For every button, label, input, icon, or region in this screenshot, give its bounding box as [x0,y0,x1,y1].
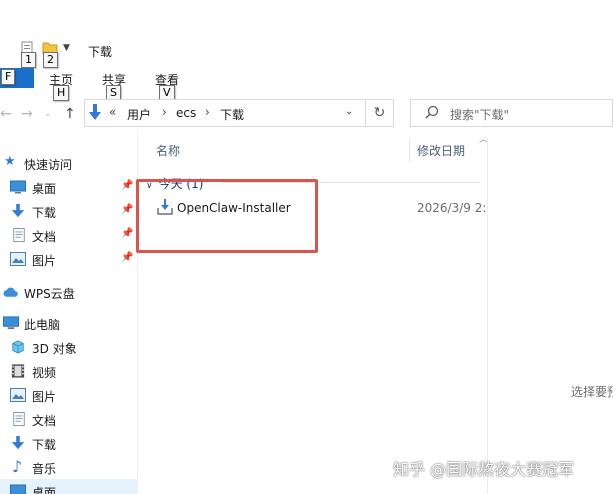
search-placeholder: 搜索"下载" [450,108,510,122]
cloud-icon [3,287,18,297]
sidebar-item-label: 图片 [32,390,57,404]
breadcrumb-users[interactable]: 用户 [127,106,151,123]
sidebar-item-label: 文档 [32,414,57,428]
search-icon [425,105,439,119]
document-icon [13,228,25,242]
sidebar-item-label: 下载 [32,438,57,452]
music-note-icon: ♪ [12,457,23,476]
sidebar-item-label: 此电脑 [24,318,61,332]
sidebar-item-downloads[interactable]: 下载 📌 [0,199,138,223]
download-location-icon [89,104,101,120]
preview-pane-hint: 选择要预 [571,385,613,399]
breadcrumb-separator[interactable]: › [162,105,167,119]
sidebar-item-this-pc[interactable]: 此电脑 [0,311,138,335]
search-box[interactable] [410,99,613,127]
navigation-pane: ★ 快速访问 桌面 📌 下载 📌 文档 📌 图片 📌 WPS云盘 此电脑 3D … [0,136,138,494]
sidebar-item-label: 视频 [32,366,57,380]
customize-quick-access-chevron-icon[interactable]: ▼ [63,43,70,53]
download-arrow-icon [11,204,25,218]
sidebar-item-wps-cloud[interactable]: WPS云盘 [0,280,138,304]
3d-objects-icon [12,340,24,354]
breadcrumb-separator[interactable]: › [205,105,210,119]
sidebar-item-pictures[interactable]: 图片 📌 [0,247,138,271]
desktop-icon [10,484,26,494]
sidebar-item-videos[interactable]: 视频 [0,359,138,383]
sidebar-item-label: 桌面 [32,486,57,494]
sidebar-item-label: 快速访问 [24,158,73,172]
refresh-icon: ↻ [373,105,386,121]
computer-icon [3,316,19,330]
document-icon [13,412,25,426]
pin-icon[interactable]: 📌 [121,228,133,239]
recent-locations-chevron-icon[interactable]: ⌄ [44,109,52,119]
up-arrow-icon[interactable]: ↑ [64,106,76,122]
address-history-chevron-icon[interactable]: ⌄ [345,106,353,117]
pictures-icon [10,252,26,266]
pin-icon[interactable]: 📌 [121,204,133,215]
forward-arrow-icon[interactable]: → [21,106,33,122]
sidebar-item-pictures-pc[interactable]: 图片 [0,383,138,407]
breadcrumb-ecs[interactable]: ecs [176,106,196,120]
download-arrow-icon [11,436,25,450]
video-icon [11,364,25,378]
sidebar-item-documents[interactable]: 文档 📌 [0,223,138,247]
sidebar-item-desktop[interactable]: 桌面 📌 [0,175,138,199]
refresh-button[interactable]: ↻ [366,99,394,127]
sidebar-item-label: 下载 [32,206,57,220]
watermark: 知乎 @国际熬夜大赛冠军 [393,460,575,479]
sidebar-item-label: 桌面 [32,182,57,196]
ribbon-tabs [0,64,613,90]
sidebar-item-label: 图片 [32,254,57,268]
breadcrumb-downloads[interactable]: 下载 [220,106,244,123]
pictures-icon [10,388,26,402]
pin-icon[interactable]: 📌 [121,252,133,263]
sidebar-item-label: WPS云盘 [24,287,75,301]
sidebar-item-label: 音乐 [32,462,57,476]
sidebar-item-3d-objects[interactable]: 3D 对象 [0,335,138,359]
sidebar-item-music[interactable]: ♪ 音乐 [0,455,138,479]
column-header-date-modified[interactable]: 修改日期 [417,142,465,159]
sidebar-item-label: 3D 对象 [32,342,77,356]
column-separator[interactable] [409,138,410,162]
file-date-modified: 2026/3/9 2: [417,201,487,215]
address-overflow[interactable]: « [109,105,116,119]
keytip-file: F [1,69,16,85]
preview-pane-divider[interactable] [487,138,488,494]
sidebar-item-label: 文档 [32,230,57,244]
star-icon: ★ [4,154,16,169]
back-arrow-icon[interactable]: ← [0,106,12,122]
desktop-icon [10,180,26,194]
sidebar-item-downloads-pc[interactable]: 下载 [0,431,138,455]
sidebar-item-documents-pc[interactable]: 文档 [0,407,138,431]
sidebar-item-desktop-pc[interactable]: 桌面 [0,479,138,494]
window-title: 下载 [88,45,113,59]
pin-icon[interactable]: 📌 [121,180,133,191]
sidebar-item-quick-access[interactable]: ★ 快速访问 [0,151,138,175]
annotation-highlight-box [136,179,318,253]
column-header-name[interactable]: 名称 [156,142,180,159]
